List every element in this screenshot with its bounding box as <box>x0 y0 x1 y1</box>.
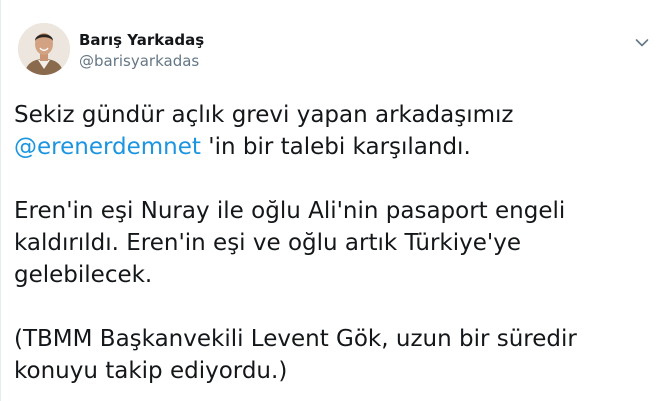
tweet-line: @erenerdemnet 'in bir talebi karşılandı. <box>14 131 644 163</box>
tweet-line-text: 'in bir talebi karşılandı. <box>200 134 471 160</box>
tweet-line: (TBMM Başkanvekili Levent Gök, uzun bir … <box>14 326 577 352</box>
tweet-line: Sekiz gündür açlık grevi yapan arkadaşım… <box>14 102 514 128</box>
tweet-text: Sekiz gündür açlık grevi yapan arkadaşım… <box>14 99 644 387</box>
tweet-line: Eren'in eşi Nuray ile oğlu Ali'nin pasap… <box>14 198 566 224</box>
tweet-line: kaldırıldı. Eren'in eşi ve oğlu artık Tü… <box>14 230 521 256</box>
author-handle[interactable]: @barisyarkadas <box>79 52 199 70</box>
tweet-card: Barış Yarkadaş @barisyarkadas Sekiz günd… <box>0 0 659 401</box>
tweet-line: gelebilecek. <box>14 262 153 288</box>
author-display-name[interactable]: Barış Yarkadaş <box>79 31 204 49</box>
mention-link[interactable]: @erenerdemnet <box>14 134 201 160</box>
avatar[interactable] <box>18 23 70 75</box>
chevron-down-icon[interactable] <box>635 33 649 47</box>
tweet-line: konuyu takip ediyordu.) <box>14 358 288 384</box>
avatar-image <box>18 23 70 75</box>
